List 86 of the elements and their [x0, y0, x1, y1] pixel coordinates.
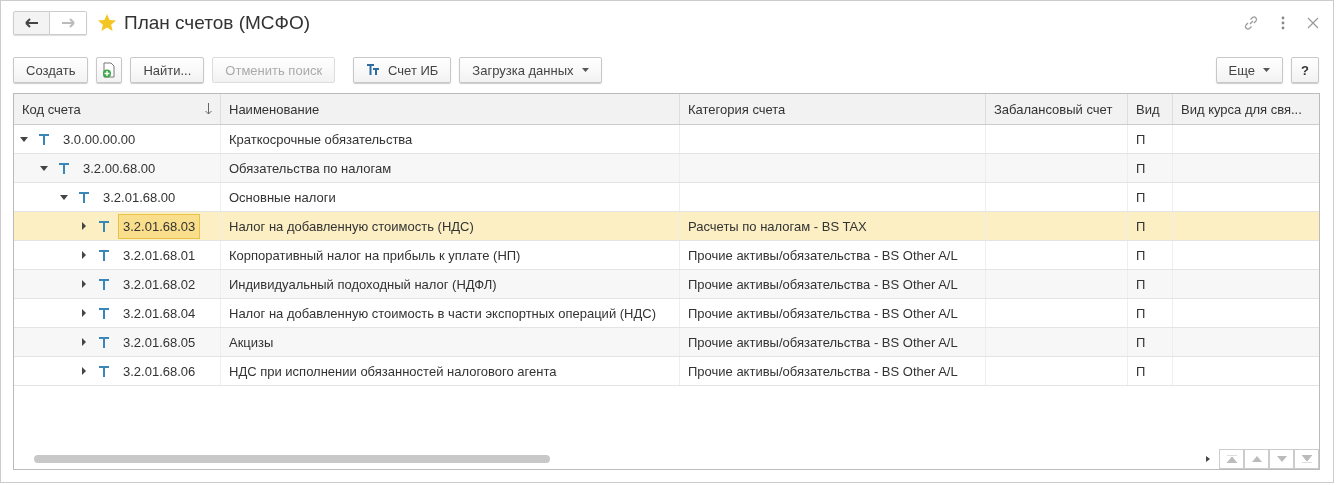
letter-t-icon	[79, 191, 89, 203]
load-data-button[interactable]: Загрузка данных	[459, 57, 602, 83]
account-button[interactable]: Счет ИБ	[353, 57, 452, 83]
expand-icon[interactable]	[80, 280, 88, 288]
last-icon	[1301, 455, 1312, 463]
forward-arrow-icon	[61, 18, 75, 28]
expand-icon[interactable]	[80, 309, 88, 317]
table-row[interactable]: 3.2.00.68.00 Обязательства по налогам П	[14, 154, 1319, 183]
table-cell: Прочие активы/обязательства - BS Other A/L	[688, 334, 958, 350]
down-triangle-icon	[1276, 456, 1287, 462]
add-document-icon	[102, 62, 117, 78]
table-cell: Индивидуальный подоходный налог (НДФЛ)	[221, 270, 680, 298]
column-header[interactable]: Вид	[1128, 94, 1173, 124]
star-icon[interactable]	[97, 13, 117, 33]
letter-t-icon	[99, 307, 109, 319]
account-code: 3.2.01.68.01	[122, 246, 197, 265]
table-cell: НДС при исполнении обязанностей налогового агента	[221, 357, 680, 385]
back-button[interactable]	[13, 11, 50, 35]
first-icon	[1226, 455, 1237, 463]
caret-icon	[1263, 68, 1271, 72]
account-code: 3.0.00.00.00	[62, 130, 137, 149]
account-code: 3.2.01.68.00	[102, 188, 177, 207]
collapse-icon[interactable]	[60, 194, 68, 200]
table-cell: Обязательства по налогам	[221, 154, 680, 182]
back-arrow-icon	[24, 18, 39, 28]
up-triangle-icon	[1251, 456, 1262, 462]
table-cell: Корпоративный налог на прибыль к уплате (НП)	[221, 241, 680, 269]
letter-t-icon	[59, 162, 69, 174]
table-cell: Расчеты по налогам - BS TAX	[688, 218, 867, 234]
letters-t-icon	[366, 64, 381, 76]
table-cell: П	[1136, 189, 1146, 205]
account-code: 3.2.01.68.04	[122, 304, 197, 323]
table-cell: П	[1136, 160, 1146, 176]
collapse-icon[interactable]	[40, 165, 48, 171]
table-cell: П	[1136, 247, 1146, 263]
table-cell: Прочие активы/обязательства - BS Other A/L	[688, 276, 958, 292]
table-cell: П	[1136, 334, 1146, 350]
expand-icon[interactable]	[80, 222, 88, 230]
table-cell: Акцизы	[221, 328, 680, 356]
letter-t-icon	[99, 249, 109, 261]
table-cell: Налог на добавленную стоимость (НДС)	[221, 212, 680, 240]
window-title: План счетов (МСФО)	[124, 12, 311, 34]
table-cell: П	[1136, 131, 1146, 147]
column-header[interactable]: Код счета	[14, 94, 221, 124]
table-cell: П	[1136, 305, 1146, 321]
link-icon[interactable]	[1243, 15, 1259, 31]
add-document-button[interactable]	[96, 57, 123, 83]
table-cell: П	[1136, 276, 1146, 292]
scroll-right-icon[interactable]	[1206, 456, 1210, 462]
table-cell: Прочие активы/обязательства - BS Other A/L	[688, 363, 958, 379]
account-code: 3.2.01.68.06	[122, 362, 197, 381]
column-header[interactable]: Наименование	[221, 94, 680, 124]
table-row[interactable]: 3.2.01.68.06 НДС при исполнении обязанностей налогового агента Прочие активы/обязательства - BS Other A/L П	[14, 357, 1319, 386]
table-row[interactable]: 3.2.01.68.02 Индивидуальный подоходный налог (НДФЛ) Прочие активы/обязательства - BS Other A/L П	[14, 270, 1319, 299]
letter-t-icon	[99, 336, 109, 348]
collapse-icon[interactable]	[20, 136, 28, 142]
table-cell: Прочие активы/обязательства - BS Other A/L	[688, 247, 958, 263]
more-icon[interactable]	[1281, 16, 1285, 30]
table-row[interactable]: 3.2.01.68.03 Налог на добавленную стоимость (НДС) Расчеты по налогам - BS TAX П	[14, 212, 1319, 241]
letter-t-icon	[99, 220, 109, 232]
toolbar-button[interactable]: Создать	[13, 57, 89, 83]
table-row[interactable]: 3.2.01.68.05 Акцизы Прочие активы/обязательства - BS Other A/L П	[14, 328, 1319, 357]
table-cell: П	[1136, 363, 1146, 379]
expand-icon[interactable]	[80, 338, 88, 346]
account-code: 3.2.01.68.02	[122, 275, 197, 294]
account-code: 3.2.01.68.05	[122, 333, 197, 352]
column-header[interactable]: Вид курса для свя...	[1173, 94, 1319, 124]
table-cell: Налог на добавленную стоимость в части экспортных операций (НДС)	[221, 299, 680, 327]
column-header[interactable]: Категория счета	[680, 94, 986, 124]
column-header[interactable]: Забалансовый счет	[986, 94, 1128, 124]
account-code: 3.2.00.68.00	[82, 159, 157, 178]
letter-t-icon	[39, 133, 49, 145]
caret-icon	[581, 68, 589, 72]
table-cell: П	[1136, 218, 1146, 234]
expand-icon[interactable]	[80, 367, 88, 375]
letter-t-icon	[99, 278, 109, 290]
table-cell: Основные налоги	[221, 183, 680, 211]
account-code: 3.2.01.68.03	[118, 213, 201, 239]
letter-t-icon	[99, 365, 109, 377]
table-cell: Прочие активы/обязательства - BS Other A/L	[688, 305, 958, 321]
table-cell: Краткосрочные обязательства	[221, 125, 680, 153]
toolbar-button[interactable]: Найти...	[130, 57, 205, 83]
help-button[interactable]: ?	[1291, 57, 1319, 83]
more-button[interactable]: Еще	[1215, 57, 1284, 83]
close-icon[interactable]	[1307, 17, 1319, 29]
expand-icon[interactable]	[80, 251, 88, 259]
